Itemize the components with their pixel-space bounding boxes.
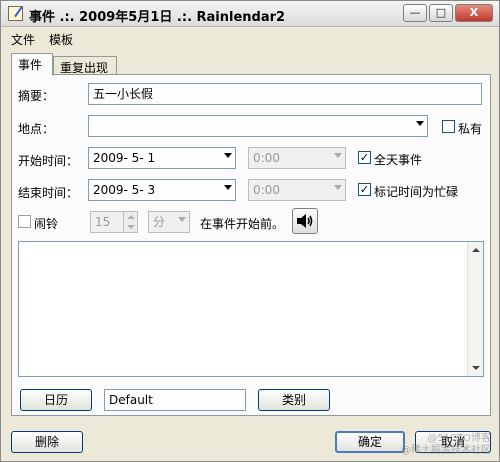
- alarm-minutes-value: 15: [95, 215, 111, 229]
- speaker-icon: [297, 214, 313, 228]
- ok-button[interactable]: 确定: [335, 431, 405, 453]
- alarm-checkbox[interactable]: [18, 215, 31, 228]
- watermark-line1: @51CTO博客: [427, 433, 491, 444]
- private-checkbox[interactable]: [442, 120, 455, 133]
- watermark-line2: @稀土掘金技术社区: [401, 445, 491, 456]
- location-combobox[interactable]: [88, 115, 428, 137]
- chevron-down-icon[interactable]: [178, 217, 186, 222]
- chevron-down-icon[interactable]: [334, 185, 342, 190]
- location-label: 地点：: [18, 122, 55, 136]
- summary-input[interactable]: 五一小长假: [88, 83, 482, 105]
- end-date-picker[interactable]: 2009- 5- 3: [88, 179, 236, 201]
- start-time-value: 0:00: [253, 151, 280, 165]
- end-date-value: 2009- 5- 3: [93, 183, 156, 197]
- alarm-suffix-label: 在事件开始前。: [200, 217, 285, 231]
- end-time-value: 0:00: [253, 183, 280, 197]
- description-textarea[interactable]: [18, 241, 484, 377]
- event-window: 事件 .:. 2009年5月1日 .:. Rainlendar2 — □ X 文…: [0, 0, 500, 462]
- chevron-down-icon[interactable]: [334, 153, 342, 158]
- window-title: 事件 .:. 2009年5月1日 .:. Rainlendar2: [29, 10, 286, 25]
- menu-template[interactable]: 模板: [49, 31, 73, 48]
- tab-recurrence[interactable]: 重复出现: [53, 56, 117, 76]
- end-time-label: 结束时间：: [18, 186, 79, 200]
- category-button[interactable]: 类别: [258, 389, 330, 411]
- menu-file[interactable]: 文件: [11, 31, 35, 48]
- start-time-picker[interactable]: 0:00: [248, 147, 346, 169]
- alarm-unit-value: 分: [153, 215, 166, 229]
- title-bar[interactable]: 事件 .:. 2009年5月1日 .:. Rainlendar2 — □ X: [1, 1, 499, 27]
- event-panel: 摘要： 五一小长假 地点： 私有 开始时间： 2009- 5- 1 0:00 ✓…: [11, 74, 491, 416]
- calendar-field[interactable]: Default: [104, 389, 246, 411]
- alarm-minutes-stepper[interactable]: 15: [90, 211, 138, 233]
- allday-label: 全天事件: [374, 153, 423, 167]
- pencil-note-icon: [8, 6, 23, 21]
- start-date-picker[interactable]: 2009- 5- 1: [88, 147, 236, 169]
- busy-label: 标记时间为忙碌: [374, 185, 459, 199]
- spin-arrows-icon[interactable]: [123, 212, 137, 232]
- menu-bar: 文件 模板: [1, 28, 499, 48]
- vertical-scrollbar[interactable]: [467, 242, 483, 376]
- alarm-unit-select[interactable]: 分: [148, 211, 190, 233]
- watermark: @51CTO博客 @稀土掘金技术社区: [401, 433, 491, 457]
- calendar-button[interactable]: 日历: [20, 389, 92, 411]
- busy-checkbox[interactable]: ✓: [358, 183, 371, 196]
- speaker-button[interactable]: [292, 208, 318, 234]
- close-button[interactable]: X: [455, 4, 493, 22]
- start-date-value: 2009- 5- 1: [93, 151, 156, 165]
- private-label: 私有: [458, 122, 483, 136]
- summary-label: 摘要：: [18, 89, 55, 103]
- chevron-down-icon[interactable]: [224, 185, 232, 190]
- start-time-label: 开始时间：: [18, 154, 79, 168]
- alarm-label: 闹铃: [34, 217, 59, 231]
- chevron-down-icon[interactable]: [224, 153, 232, 158]
- chevron-down-icon[interactable]: [416, 121, 424, 126]
- delete-button[interactable]: 删除: [11, 431, 83, 453]
- scroll-down-icon[interactable]: [472, 366, 480, 370]
- end-time-picker[interactable]: 0:00: [248, 179, 346, 201]
- tab-event[interactable]: 事件: [11, 53, 53, 76]
- allday-checkbox[interactable]: ✓: [358, 151, 371, 164]
- scroll-up-icon[interactable]: [472, 248, 480, 252]
- maximize-button[interactable]: □: [429, 4, 453, 22]
- minimize-button[interactable]: —: [403, 4, 427, 22]
